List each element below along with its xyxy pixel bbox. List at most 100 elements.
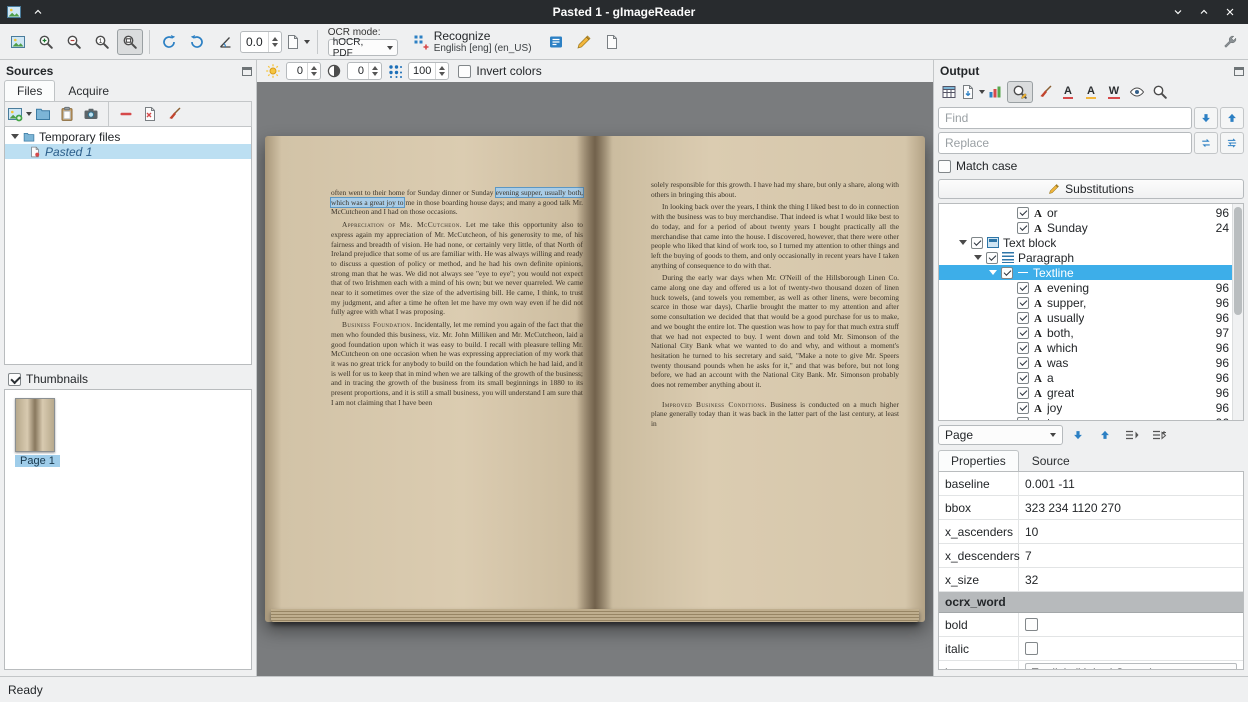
zoom-best-fit-button[interactable] xyxy=(117,29,143,55)
tab-properties[interactable]: Properties xyxy=(938,450,1019,471)
word-row[interactable]: a96 xyxy=(939,370,1243,385)
a-tool-button[interactable]: A xyxy=(1057,81,1079,103)
textline-checkbox[interactable] xyxy=(1001,267,1013,279)
property-row[interactable]: bbox323 234 1120 270 xyxy=(939,496,1243,520)
word-row[interactable]: or96 xyxy=(939,205,1243,220)
word-row[interactable]: both,97 xyxy=(939,325,1243,340)
textline-row-selected[interactable]: Textline xyxy=(939,265,1243,280)
block-checkbox[interactable] xyxy=(971,237,983,249)
tab-source[interactable]: Source xyxy=(1019,450,1083,471)
page-combo[interactable]: Page xyxy=(938,425,1063,445)
word-checkbox[interactable] xyxy=(1017,387,1029,399)
strip-button[interactable] xyxy=(1034,81,1056,103)
italic-checkbox[interactable] xyxy=(1025,642,1038,655)
w-conf-button[interactable]: W xyxy=(1103,81,1125,103)
maximize-button[interactable] xyxy=(1196,4,1212,20)
scrollbar-thumb[interactable] xyxy=(1234,207,1242,315)
new-document-button[interactable] xyxy=(599,29,625,55)
keep-above-icon[interactable] xyxy=(30,4,46,20)
rotate-left-button[interactable] xyxy=(156,29,182,55)
nav-up-button[interactable] xyxy=(1093,425,1117,445)
word-row[interactable]: to96 xyxy=(939,415,1243,421)
find-replace-button[interactable] xyxy=(1007,81,1033,103)
output-pane-button[interactable] xyxy=(543,29,569,55)
property-row-lang[interactable]: langEnglish (United States) xyxy=(939,661,1243,670)
word-row[interactable]: great96 xyxy=(939,385,1243,400)
remove-source-button[interactable] xyxy=(115,103,137,125)
select-region-button[interactable] xyxy=(1149,81,1171,103)
word-checkbox[interactable] xyxy=(1017,222,1029,234)
word-row[interactable]: usually96 xyxy=(939,310,1243,325)
tab-acquire[interactable]: Acquire xyxy=(55,80,122,101)
word-row[interactable]: joy96 xyxy=(939,400,1243,415)
word-row[interactable]: which96 xyxy=(939,340,1243,355)
preview-button[interactable] xyxy=(1126,81,1148,103)
word-row[interactable]: was96 xyxy=(939,355,1243,370)
property-row[interactable]: baseline0.001 -11 xyxy=(939,472,1243,496)
word-row[interactable]: Sunday24 xyxy=(939,220,1243,235)
float-panel-icon[interactable] xyxy=(242,67,252,76)
word-checkbox[interactable] xyxy=(1017,312,1029,324)
spellcheck-button[interactable] xyxy=(571,29,597,55)
settings-button[interactable] xyxy=(1217,29,1243,55)
page-thumbnail[interactable] xyxy=(15,398,55,452)
rotation-spinner[interactable]: 0.0 xyxy=(240,31,282,53)
save-output-button[interactable] xyxy=(938,81,960,103)
replace-button[interactable] xyxy=(1194,132,1218,154)
word-row[interactable]: evening96 xyxy=(939,280,1243,295)
show-sources-button[interactable] xyxy=(5,29,31,55)
word-checkbox[interactable] xyxy=(1017,207,1029,219)
rotate-right-button[interactable] xyxy=(184,29,210,55)
word-checkbox[interactable] xyxy=(1017,372,1029,384)
word-checkbox[interactable] xyxy=(1017,417,1029,422)
contrast-spinner[interactable]: 0 xyxy=(347,62,382,80)
expander-icon[interactable] xyxy=(989,270,997,275)
textblock-row[interactable]: Text block xyxy=(939,235,1243,250)
page-rotate-mode-button[interactable] xyxy=(284,29,311,55)
expander-icon[interactable] xyxy=(11,134,19,139)
word-checkbox[interactable] xyxy=(1017,297,1029,309)
delete-source-button[interactable] xyxy=(139,103,161,125)
collapse-all-button[interactable] xyxy=(1147,425,1171,445)
thumbnails-checkbox[interactable] xyxy=(8,373,21,386)
paragraph-row[interactable]: Paragraph xyxy=(939,250,1243,265)
a-conf-button[interactable]: A xyxy=(1080,81,1102,103)
expander-icon[interactable] xyxy=(974,255,982,260)
replace-all-button[interactable] xyxy=(1220,132,1244,154)
match-case-checkbox[interactable] xyxy=(938,160,951,173)
ocr-mode-combo[interactable]: hOCR, PDF xyxy=(328,39,398,56)
property-row-bold[interactable]: bold xyxy=(939,613,1243,637)
word-checkbox[interactable] xyxy=(1017,357,1029,369)
screenshot-button[interactable] xyxy=(80,103,102,125)
recognize-button[interactable]: Recognize English [eng] (en_US) xyxy=(404,27,541,57)
tree-item-pasted-1[interactable]: Pasted 1 xyxy=(5,144,251,159)
property-row[interactable]: x_descenders7 xyxy=(939,544,1243,568)
word-checkbox[interactable] xyxy=(1017,342,1029,354)
invert-colors-checkbox[interactable] xyxy=(458,65,471,78)
export-button[interactable] xyxy=(961,81,983,103)
tree-scrollbar[interactable] xyxy=(1232,204,1243,420)
replace-input[interactable] xyxy=(938,132,1192,154)
expand-all-button[interactable] xyxy=(1120,425,1144,445)
word-checkbox[interactable] xyxy=(1017,402,1029,414)
chart-button[interactable] xyxy=(984,81,1006,103)
minimize-button[interactable] xyxy=(1170,4,1186,20)
brightness-spinner[interactable]: 0 xyxy=(286,62,321,80)
float-panel-icon[interactable] xyxy=(1234,67,1244,76)
word-checkbox[interactable] xyxy=(1017,282,1029,294)
spinner-arrows[interactable] xyxy=(435,63,448,79)
zoom-in-button[interactable] xyxy=(33,29,59,55)
image-canvas[interactable]: often went to their home for Sunday dinn… xyxy=(257,82,933,676)
find-input[interactable] xyxy=(938,107,1192,129)
language-combo[interactable]: English (United States) xyxy=(1025,663,1237,670)
open-folder-button[interactable] xyxy=(32,103,54,125)
spinner-arrows[interactable] xyxy=(307,63,320,79)
zoom-out-button[interactable] xyxy=(61,29,87,55)
word-checkbox[interactable] xyxy=(1017,327,1029,339)
paste-button[interactable] xyxy=(56,103,78,125)
add-images-button[interactable] xyxy=(8,103,30,125)
property-row[interactable]: x_size32 xyxy=(939,568,1243,592)
thumbnail-caption[interactable]: Page 1 xyxy=(15,455,60,467)
close-button[interactable] xyxy=(1222,4,1238,20)
property-row[interactable]: x_ascenders10 xyxy=(939,520,1243,544)
